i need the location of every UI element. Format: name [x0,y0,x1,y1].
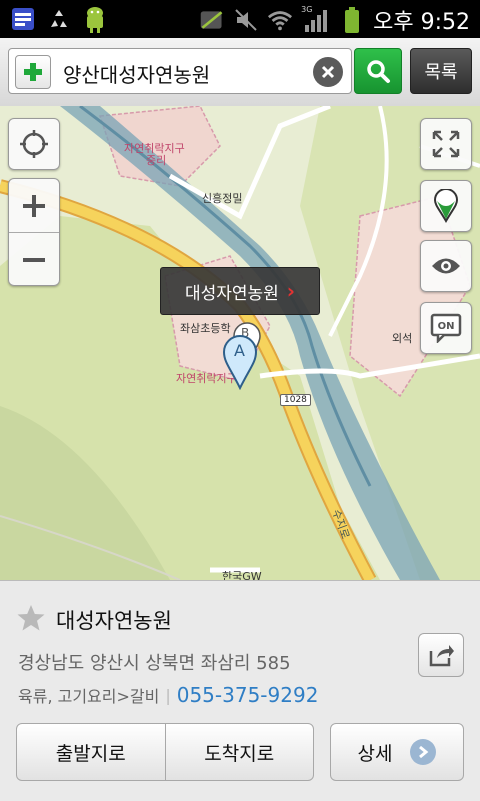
route-button-group: 출발지로 도착지로 [16,723,314,781]
expand-icon [432,130,460,158]
map-label: 외석 [392,332,413,345]
map-label: 중리 [146,154,167,167]
clear-button[interactable] [313,57,343,87]
on-badge-icon: ON [430,313,462,343]
share-button[interactable] [418,633,464,677]
network-type: 3G [301,5,313,14]
divider: | [165,685,171,705]
recycle-icon [46,6,72,32]
favorite-star-icon[interactable] [16,603,46,637]
traffic-toggle-button[interactable]: ON [420,302,472,354]
phone-link[interactable]: 055-375-9292 [177,683,319,707]
set-arrival-button[interactable]: 도착지로 [164,724,314,780]
marker-a-letter: A [234,341,245,360]
plus-icon [23,194,45,217]
android-debug-icon [82,6,108,33]
my-location-button[interactable] [8,118,60,170]
wifi-icon [267,7,293,33]
map-label: 한국GW [222,570,262,580]
map-layer-button[interactable] [420,180,472,232]
detail-label: 상세 [357,742,393,765]
street-view-button[interactable] [420,240,472,292]
status-bar: 3G 오후 9:52 [0,0,480,38]
arrow-right-icon [410,739,437,765]
search-query: 양산대성자연농원 [63,63,211,87]
green-pin-icon [433,189,459,223]
search-input[interactable]: 양산대성자연농원 [8,48,352,94]
zoom-control [8,178,60,286]
place-meta: 육류, 고기요리>갈비 | 055-375-9292 [18,683,318,707]
place-callout[interactable]: 대성자연농원 › [160,267,320,315]
place-address: 경상남도 양산시 상북면 좌삼리 585 [18,653,291,674]
zoom-in-button[interactable] [9,179,59,232]
svg-text:ON: ON [438,321,455,332]
search-icon [367,60,390,83]
minus-icon [23,257,45,262]
search-bar: 양산대성자연농원 목록 [0,38,480,107]
search-button[interactable] [354,48,402,94]
crosshair-icon [20,130,48,158]
place-category: 육류, 고기요리>갈비 [18,687,160,706]
plus-icon [24,63,42,81]
close-icon [321,65,335,79]
app-notification-icon [10,6,36,32]
detail-button[interactable]: 상세 [330,723,464,781]
callout-label: 대성자연농원 [184,283,279,304]
signal-3g-icon: 3G [301,5,331,33]
no-sim-icon [199,7,225,33]
map-label: 신흥정밀 [202,192,243,205]
clock: 오후 9:52 [373,10,470,35]
fullscreen-button[interactable] [420,118,472,170]
marker-a[interactable]: A [222,334,258,391]
road-number: 1028 [280,394,311,406]
battery-icon [339,7,365,33]
place-info-panel: 대성자연농원 경상남도 양산시 상북면 좌삼리 585 육류, 고기요리>갈비 … [0,580,480,801]
list-button[interactable]: 목록 [410,48,472,94]
zoom-out-button[interactable] [9,232,59,286]
add-button[interactable] [15,55,51,89]
set-departure-button[interactable]: 출발지로 [17,724,165,780]
mute-icon [233,7,259,33]
share-icon [429,645,454,667]
chevron-right-icon: › [286,279,296,303]
eye-icon [432,258,460,274]
map-view[interactable]: 자연취락지구 중리 신흥정밀 좌삼초등학 자연취락지구 외석 1028 수지로 … [0,106,480,580]
place-name: 대성자연농원 [56,609,172,633]
